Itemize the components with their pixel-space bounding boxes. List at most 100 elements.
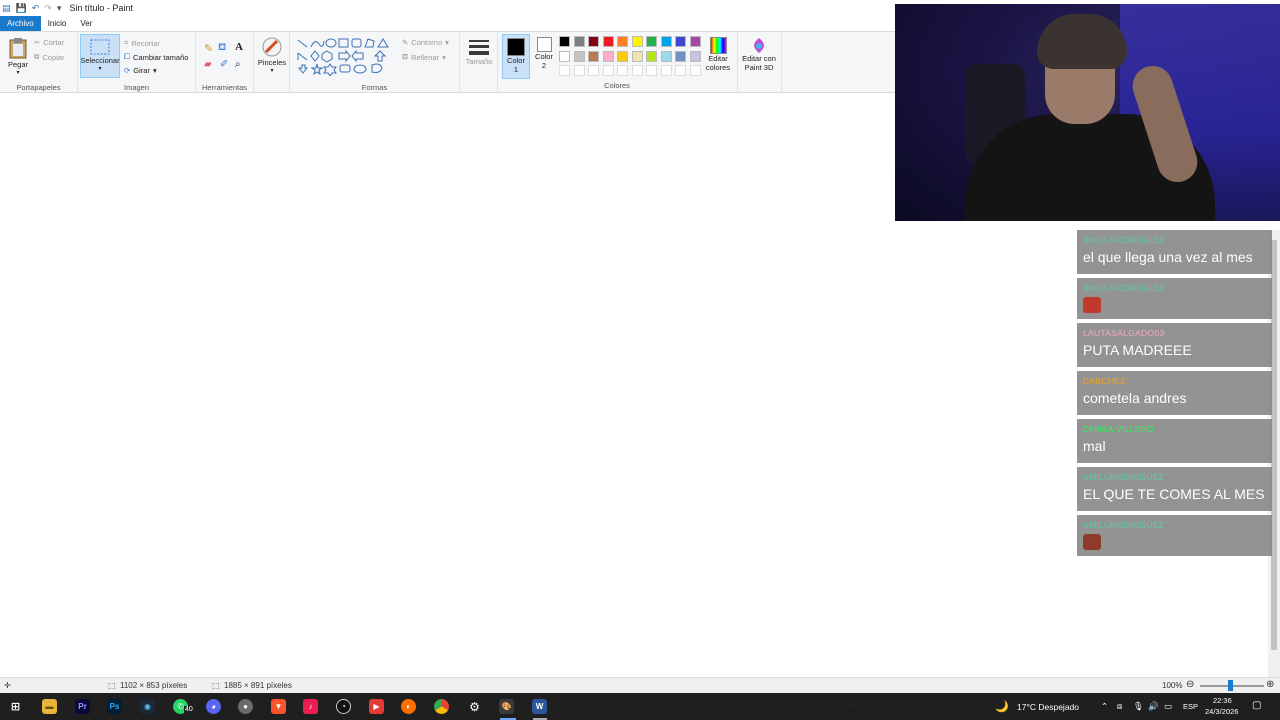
paint-taskbar-icon[interactable]: 🎨 (499, 699, 514, 714)
custom-color-slot[interactable] (689, 65, 701, 76)
steam-icon[interactable]: ◉ (140, 699, 155, 714)
discord-icon[interactable]: ◕ (206, 699, 221, 714)
save-icon[interactable]: 💾 (16, 3, 27, 14)
premiere-icon[interactable]: Pr (75, 699, 90, 714)
color-swatch[interactable] (689, 50, 701, 62)
weather-text[interactable]: 17°C Despejado (1017, 702, 1079, 712)
file-explorer-icon[interactable]: ▬ (42, 699, 57, 714)
chat-message: ZAMBA VILLERO mal (1077, 419, 1272, 463)
color-swatch[interactable] (675, 36, 686, 47)
custom-color-slot[interactable] (602, 65, 614, 76)
tab-ver[interactable]: Ver (73, 16, 99, 31)
speaker-icon[interactable]: 🔊 (1148, 701, 1159, 712)
clock-date[interactable]: 24/3/2026 (1205, 707, 1238, 716)
color1-button[interactable]: Color 1 (502, 34, 530, 79)
microphone-icon[interactable]: 🎙 (1133, 701, 1144, 712)
outline-button[interactable]: ✎ Contorno ▾ (402, 38, 449, 47)
select-button[interactable]: Seleccionar ▾ (80, 34, 120, 78)
size-group: Tamaño (460, 32, 498, 94)
customize-dropdown-icon[interactable]: ▾ (57, 3, 62, 14)
copy-button[interactable]: ⧉ Copiar (34, 52, 64, 62)
language-indicator[interactable]: ESP (1183, 702, 1198, 711)
obs-icon[interactable]: ● (238, 699, 253, 714)
size-button[interactable]: Tamaño (464, 37, 494, 66)
custom-color-slot[interactable] (617, 65, 628, 76)
color-swatch[interactable] (675, 50, 686, 62)
chrome-icon[interactable] (434, 699, 449, 714)
chat-username: ZAMBA VILLERO (1083, 424, 1154, 434)
resize-button[interactable]: ⧠ Cambiar tamaño (124, 52, 188, 62)
clock-time[interactable]: 22:36 (1213, 696, 1232, 705)
shapes-group-label: Formas (361, 83, 388, 92)
notification-icon[interactable]: ▢ (1252, 700, 1261, 711)
color-swatch[interactable] (631, 50, 643, 62)
color-swatch[interactable] (646, 36, 657, 47)
paste-button[interactable]: Pegar ▾ (5, 36, 31, 76)
edit-paint3d-button[interactable]: Editar con Paint 3D (739, 37, 779, 72)
color-swatch[interactable] (588, 36, 599, 47)
color-swatch[interactable] (602, 50, 614, 62)
word-icon[interactable]: W (532, 699, 547, 714)
color-swatch[interactable] (573, 50, 585, 62)
custom-color-slot[interactable] (573, 65, 585, 76)
custom-color-slot[interactable] (588, 65, 599, 76)
display-icon[interactable]: ▭ (1164, 701, 1172, 712)
color-swatch[interactable] (588, 50, 599, 62)
color-swatch[interactable] (617, 36, 628, 47)
clock-app-icon[interactable]: ◔ (336, 699, 351, 714)
tab-inicio[interactable]: Inicio (41, 16, 74, 31)
color-swatch[interactable] (660, 50, 672, 62)
rainbow-icon (709, 37, 727, 54)
custom-color-slot[interactable] (660, 65, 672, 76)
custom-color-slot[interactable] (675, 65, 686, 76)
status-bar: ✛ ⬚ 1102 × 853 píxeles ⬚ 1885 × 891 píxe… (0, 677, 1280, 693)
color-swatch[interactable] (602, 36, 614, 47)
crop-icon: ⌗ (124, 38, 129, 47)
undo-icon[interactable]: ↶ (32, 3, 40, 14)
zoom-slider-thumb[interactable] (1228, 680, 1233, 691)
color-picker-icon[interactable]: ✐ (220, 59, 228, 70)
color-swatch[interactable] (617, 50, 628, 62)
chevron-up-icon[interactable]: ⌃ (1101, 701, 1108, 712)
color-swatch[interactable] (631, 36, 643, 47)
tab-archivo[interactable]: Archivo (0, 16, 41, 31)
webcam-overlay (895, 4, 1280, 221)
shapes-gallery[interactable] (294, 38, 394, 76)
pencil-icon[interactable]: ✎ (204, 42, 213, 55)
color-swatch[interactable] (559, 36, 570, 47)
photoshop-icon[interactable]: Ps (107, 699, 122, 714)
brave-icon[interactable]: ▼ (271, 699, 286, 714)
rotate-icon: ⟳ (124, 66, 131, 75)
edit-colors-button[interactable]: Editar colores (702, 37, 734, 72)
color-swatch[interactable] (559, 50, 570, 62)
color-swatch[interactable] (573, 36, 585, 47)
color-swatch[interactable] (689, 36, 701, 47)
redo-icon[interactable]: ↷ (44, 3, 52, 14)
windows-start-icon[interactable]: ⊞ (8, 699, 23, 714)
fill-bucket-icon[interactable]: ⛾ (218, 42, 226, 55)
custom-color-slot[interactable] (631, 65, 643, 76)
zoom-out-icon[interactable]: ⊖ (1186, 679, 1194, 690)
cut-button[interactable]: ✂ Cortar (34, 38, 64, 47)
custom-color-slot[interactable] (559, 65, 570, 76)
streaming-app-icon[interactable]: ▶ (369, 699, 384, 714)
rotate-button[interactable]: ⟳ Girar ▾ (124, 66, 157, 75)
chat-username: XMILURODRIGUEZ (1083, 520, 1165, 530)
crop-button[interactable]: ⌗ Recortar (124, 38, 160, 48)
chat-overlay: XMILURODRIGUEZ el que llega una vez al m… (1077, 230, 1272, 560)
brushes-button[interactable]: Pinceles ▾ (256, 36, 288, 74)
media-app-icon[interactable]: ◐ (401, 699, 416, 714)
eraser-icon[interactable]: ▰ (204, 59, 212, 70)
color2-button[interactable]: Color 2 (532, 37, 556, 70)
network-icon[interactable]: ⧈ (1117, 701, 1122, 712)
fill-button[interactable]: ⛾ Rellenar ▾ (402, 52, 446, 62)
settings-icon[interactable]: ⚙ (467, 699, 482, 714)
menu-tabs: Archivo Inicio Ver (0, 16, 99, 31)
magnifier-icon[interactable]: ⌕ (235, 59, 241, 70)
zoom-in-icon[interactable]: ⊕ (1266, 679, 1274, 690)
custom-color-slot[interactable] (646, 65, 657, 76)
color-swatch[interactable] (646, 50, 657, 62)
text-tool-icon[interactable]: A (235, 41, 243, 53)
tiktok-icon[interactable]: ♪ (303, 699, 318, 714)
color-swatch[interactable] (660, 36, 672, 47)
